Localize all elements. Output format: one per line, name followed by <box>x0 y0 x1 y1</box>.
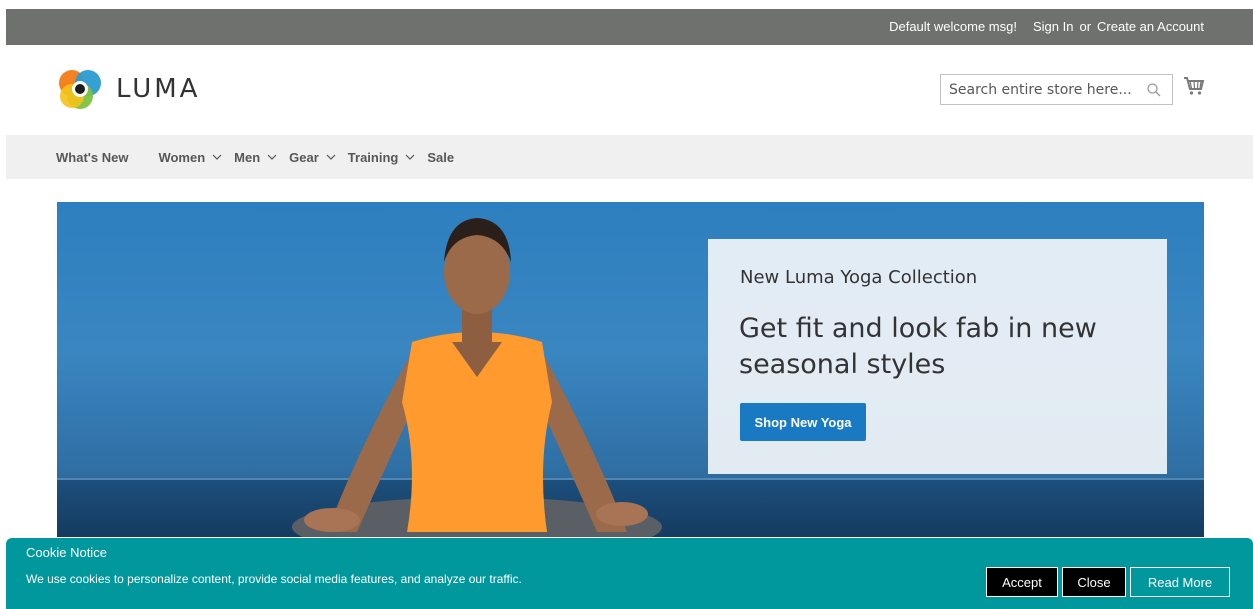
nav-item-label: Sale <box>427 149 455 165</box>
promo-headline: Get fit and look fab in new seasonal sty… <box>739 313 1097 380</box>
nav-item-men[interactable]: Men <box>234 150 277 165</box>
cart-icon[interactable] <box>1183 75 1205 97</box>
nav-item-gear[interactable]: Gear <box>289 150 336 165</box>
shop-new-yoga-button[interactable]: Shop New Yoga <box>740 403 866 441</box>
cookie-notice-title: Cookie Notice <box>26 545 107 560</box>
chevron-down-icon <box>212 154 222 160</box>
nav-item-label: Women <box>158 149 206 165</box>
search-icon[interactable] <box>1146 82 1162 98</box>
accept-cookies-button[interactable]: Accept <box>986 567 1058 597</box>
or-text: or <box>1079 19 1092 34</box>
yoga-woman-image <box>292 218 662 537</box>
logo-text: LUMA <box>116 74 201 104</box>
chevron-down-icon <box>326 154 336 160</box>
search-box[interactable] <box>940 74 1173 105</box>
sign-in-link[interactable]: Sign In <box>1033 19 1073 35</box>
main-navigation: What's New Women Men Gear Training Sale <box>6 135 1253 179</box>
create-account-link[interactable]: Create an Account <box>1097 19 1204 35</box>
cookie-notice: Cookie Notice We use cookies to personal… <box>6 538 1253 609</box>
nav-item-label: Gear <box>289 149 319 165</box>
read-more-button[interactable]: Read More <box>1130 567 1230 597</box>
search-input[interactable] <box>941 75 1136 104</box>
welcome-message: Default welcome msg! <box>889 19 1017 34</box>
promo-panel: New Luma Yoga Collection Get fit and loo… <box>708 239 1167 474</box>
nav-item-label: Training <box>347 149 399 165</box>
nav-item-whats-new[interactable]: What's New <box>56 150 128 165</box>
nav-list: What's New Women Men Gear Training Sale <box>56 135 466 179</box>
hero-banner[interactable]: New Luma Yoga Collection Get fit and loo… <box>57 202 1204 537</box>
nav-item-sale[interactable]: Sale <box>427 150 454 165</box>
nav-item-women[interactable]: Women <box>158 150 222 165</box>
chevron-down-icon <box>405 154 415 160</box>
nav-item-training[interactable]: Training <box>348 150 416 165</box>
promo-kicker: New Luma Yoga Collection <box>740 267 978 288</box>
close-cookie-notice-button[interactable]: Close <box>1062 567 1126 597</box>
header-links: Default welcome msg! Sign In or Create a… <box>889 19 1204 35</box>
cookie-notice-message: We use cookies to personalize content, p… <box>26 572 522 586</box>
top-bar: Default welcome msg! Sign In or Create a… <box>6 9 1253 45</box>
luma-logo-icon <box>59 70 101 109</box>
logo[interactable]: LUMA <box>56 65 200 113</box>
chevron-down-icon <box>267 154 277 160</box>
site-header: LUMA <box>6 45 1253 135</box>
nav-item-label: Men <box>234 149 261 165</box>
nav-item-label: What's New <box>56 149 129 165</box>
